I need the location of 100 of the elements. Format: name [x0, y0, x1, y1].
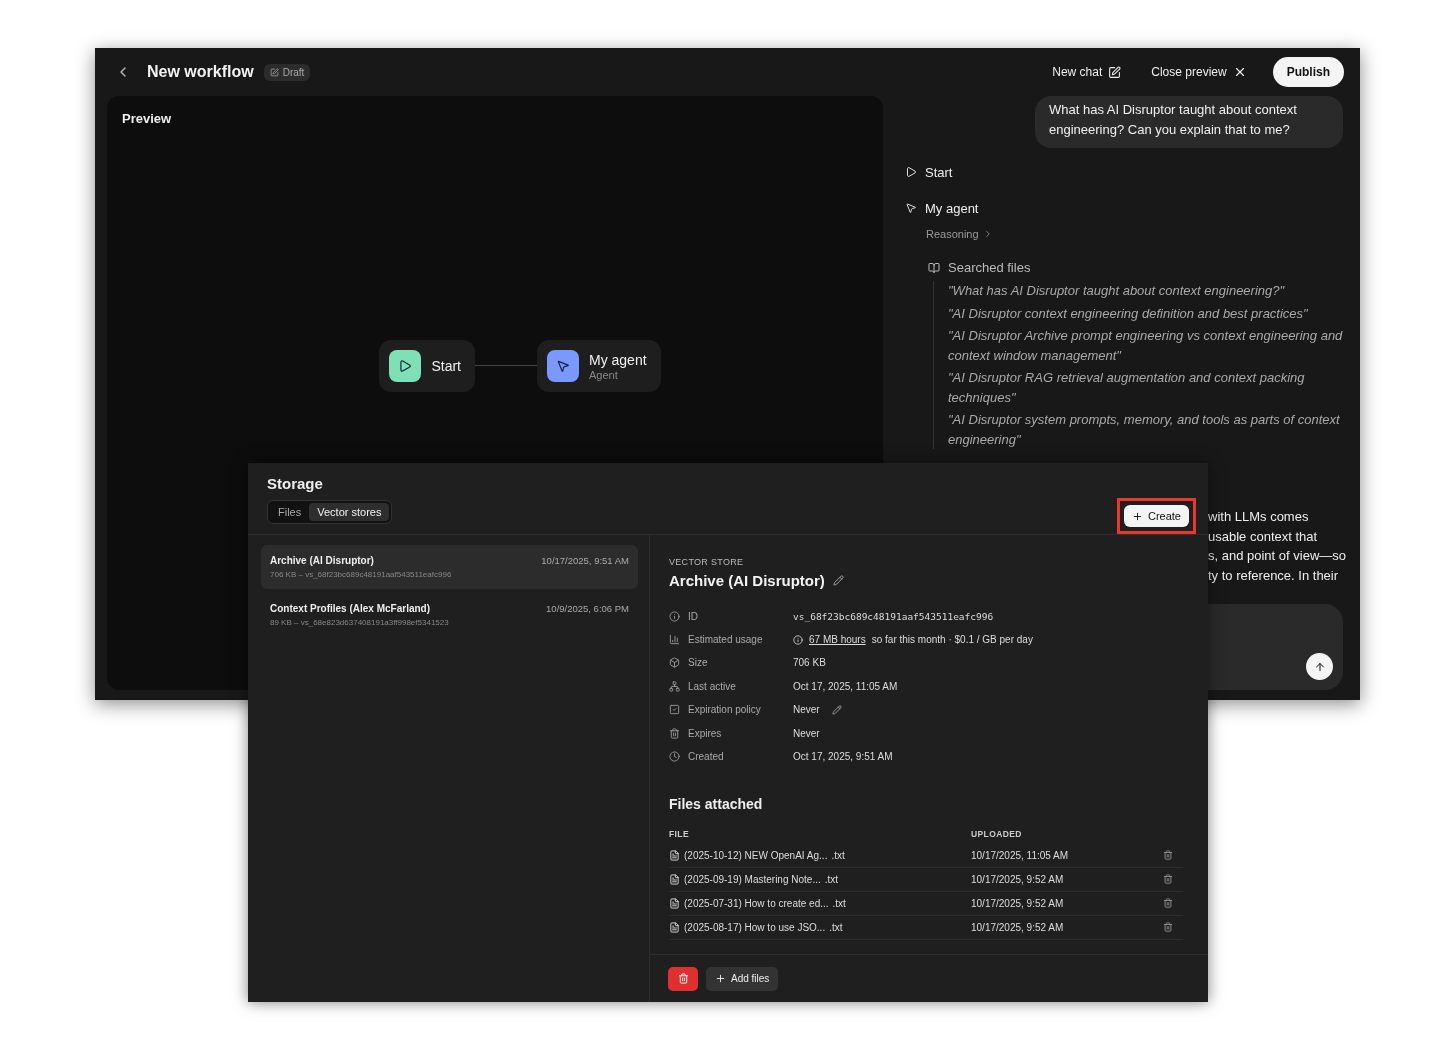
- edit-icon[interactable]: [832, 575, 844, 586]
- step-label[interactable]: My agent: [925, 200, 979, 216]
- file-extension: .txt: [829, 921, 843, 933]
- vector-store-item[interactable]: Context Profiles (Alex McFarland) 10/9/2025, 6:06 PM 89 KB – vs_68e823d637408191a3ff998ef5341523: [261, 593, 638, 637]
- new-chat-button[interactable]: New chat: [1042, 61, 1132, 83]
- dialog-title: Storage: [267, 475, 324, 492]
- property-label: Size: [688, 657, 708, 669]
- store-title: Archive (AI Disruptor): [669, 572, 825, 589]
- arrow-up-icon: [1313, 660, 1326, 673]
- file-icon: [669, 921, 680, 933]
- answer-text: usable context that: [1208, 527, 1319, 546]
- file-extension: .txt: [831, 849, 845, 861]
- usage-link[interactable]: 67 MB hours: [809, 634, 866, 646]
- property-value: Never: [793, 727, 820, 739]
- file-name: (2025-09-19) Mastering Note...: [684, 873, 821, 885]
- search-query: "AI Disruptor RAG retrieval augmentation and context packing techniques": [948, 369, 1306, 407]
- search-query: "AI Disruptor system prompts, memory, and tools as parts of context engineering": [948, 411, 1341, 449]
- vector-store-item[interactable]: Archive (AI Disruptor) 10/17/2025, 9:51 AM 706 KB – vs_68f23bc689c48191aaf543511eafc996: [261, 545, 638, 589]
- answer-text: ty to reference. In their: [1208, 567, 1340, 586]
- bar-chart-icon: [669, 634, 680, 646]
- column-header: UPLOADED: [971, 828, 1023, 841]
- plus-icon: [715, 973, 726, 984]
- file-icon: [669, 873, 680, 885]
- reasoning-toggle[interactable]: Reasoning: [926, 228, 979, 240]
- create-button[interactable]: Create: [1123, 505, 1189, 527]
- section-title: Files attached: [669, 795, 764, 812]
- connector-line: [475, 365, 537, 366]
- delete-icon[interactable]: [1163, 850, 1173, 861]
- property-label: Expires: [688, 727, 722, 739]
- delete-icon[interactable]: [1163, 922, 1173, 933]
- property-value: Oct 17, 2025, 11:05 AM: [793, 680, 898, 692]
- property-value: so far this month · $0.1 / GB per day: [871, 634, 1033, 646]
- checkbox-icon: [669, 704, 680, 716]
- delete-button[interactable]: [668, 966, 698, 991]
- info-icon: [669, 610, 680, 622]
- column-header: FILE: [669, 828, 690, 841]
- step-label[interactable]: Start: [925, 164, 953, 180]
- user-message: What has AI Disruptor taught about context engineering? Can you explain that to me?: [1035, 96, 1343, 148]
- property-value: 706 KB: [793, 657, 826, 669]
- store-meta: 706 KB – vs_68f23bc689c48191aaf543511eafc996: [270, 570, 453, 579]
- delete-icon[interactable]: [1163, 874, 1173, 885]
- tab[interactable]: Vector stores: [309, 503, 390, 521]
- cube-icon: [669, 657, 680, 669]
- search-query: "AI Disruptor Archive prompt engineering vs context engineering and context window management": [948, 327, 1343, 365]
- search-query: "AI Disruptor context engineering definition and best practices": [948, 304, 1309, 323]
- store-name: Archive (AI Disruptor): [270, 555, 375, 566]
- property-label: Estimated usage: [688, 634, 763, 646]
- play-icon: [398, 358, 413, 373]
- node-label: Start: [431, 357, 461, 374]
- info-icon: [793, 634, 803, 645]
- tab[interactable]: Files: [270, 503, 310, 521]
- store-date: 10/17/2025, 9:51 AM: [541, 555, 629, 566]
- canvas-title: Preview: [122, 111, 173, 126]
- trash-icon: [669, 727, 680, 739]
- file-extension: .txt: [832, 897, 846, 909]
- plus-icon: [1131, 510, 1143, 522]
- property-label: ID: [688, 610, 698, 622]
- store-name: Context Profiles (Alex McFarland): [270, 603, 432, 614]
- file-name: (2025-08-17) How to use JSO...: [684, 921, 826, 933]
- upload-date: 10/17/2025, 9:52 AM: [971, 873, 1064, 885]
- property-value: vs_68f23bc689c48191aaf543511eafc996: [793, 610, 994, 622]
- upload-date: 10/17/2025, 9:52 AM: [971, 921, 1064, 933]
- draft-badge: Draft: [263, 63, 311, 81]
- play-icon: [905, 166, 917, 178]
- node-label: My agent: [589, 351, 647, 368]
- book-icon: [928, 261, 940, 274]
- answer-text: with LLMs comes: [1208, 508, 1310, 526]
- searched-files-label: Searched files: [948, 260, 1031, 275]
- store-meta: 89 KB – vs_68e823d637408191a3ff998ef5341523: [270, 618, 450, 627]
- file-name: (2025-07-31) How to create ed...: [684, 897, 829, 909]
- file-name: (2025-10-12) NEW OpenAI Ag...: [684, 849, 828, 861]
- upload-date: 10/17/2025, 9:52 AM: [971, 897, 1064, 909]
- close-preview-button[interactable]: Close preview: [1141, 61, 1257, 83]
- compose-icon: [1108, 65, 1122, 79]
- add-files-button[interactable]: Add files: [706, 966, 779, 991]
- publish-button[interactable]: Publish: [1272, 57, 1344, 87]
- file-icon: [669, 849, 680, 861]
- workflow-node[interactable]: Start: [379, 339, 475, 392]
- nodes-icon: [669, 680, 680, 692]
- section-eyebrow: VECTOR STORE: [669, 557, 745, 567]
- property-label: Last active: [688, 680, 736, 692]
- store-date: 10/9/2025, 6:06 PM: [546, 603, 629, 614]
- property-label: Expiration policy: [688, 704, 761, 716]
- clock-icon: [669, 751, 680, 763]
- property-value: Never: [793, 704, 820, 716]
- workflow-node[interactable]: My agent Agent: [537, 339, 661, 392]
- send-button[interactable]: [1306, 653, 1333, 680]
- delete-icon[interactable]: [1163, 898, 1173, 909]
- property-label: Created: [688, 751, 724, 763]
- window-title: New workflow: [147, 63, 254, 81]
- pointer-icon: [556, 358, 570, 373]
- edit-icon[interactable]: [831, 704, 842, 715]
- property-value: Oct 17, 2025, 9:51 AM: [793, 751, 893, 763]
- file-extension: .txt: [824, 873, 839, 885]
- search-query: "What has AI Disruptor taught about context engineering?": [948, 282, 1286, 300]
- file-icon: [669, 897, 680, 909]
- pointer-icon: [905, 202, 917, 214]
- upload-date: 10/17/2025, 11:05 AM: [971, 849, 1069, 861]
- node-subtitle: Agent: [589, 368, 619, 381]
- trash-icon: [677, 973, 689, 984]
